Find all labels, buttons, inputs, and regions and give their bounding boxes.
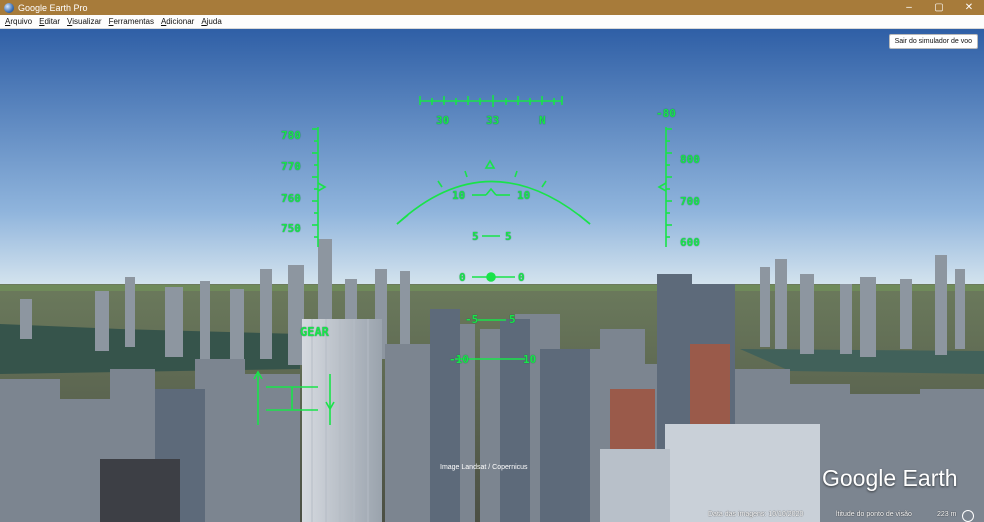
menu-arquivo[interactable]: Arquivo bbox=[5, 17, 32, 26]
altitude-label-700: 700 bbox=[680, 195, 700, 208]
imagery-date: Data das imagens: 10/10/2020 bbox=[708, 511, 804, 518]
pitch-label-right-10: 10 bbox=[517, 189, 531, 202]
menu-adicionar[interactable]: Adicionar bbox=[161, 17, 194, 26]
menu-bar: Arquivo Editar Visualizar Ferramentas Ad… bbox=[0, 15, 984, 29]
speed-label-750: 750 bbox=[281, 222, 301, 235]
pitch-label-left-minus10: -10 bbox=[449, 353, 469, 366]
pitch-label-right-minus10: 10 bbox=[523, 353, 537, 366]
pitch-label-left-5: 5 bbox=[472, 230, 479, 243]
pitch-label-left-10: 10 bbox=[452, 189, 466, 202]
google-earth-logo: Google Earth bbox=[822, 465, 958, 491]
menu-editar[interactable]: Editar bbox=[39, 17, 60, 26]
eye-altitude-label: ltitude do ponto de visão bbox=[836, 511, 912, 518]
flight-hud bbox=[253, 95, 672, 425]
speed-label-760: 760 bbox=[281, 192, 301, 205]
close-button[interactable]: ✕ bbox=[954, 0, 984, 15]
speed-label-770: 770 bbox=[281, 160, 301, 173]
pitch-label-right-5: 5 bbox=[505, 230, 512, 243]
title-bar: Google Earth Pro – ▢ ✕ bbox=[0, 0, 984, 15]
navigation-compass-icon[interactable] bbox=[962, 510, 974, 522]
eye-altitude-value: 223 m bbox=[937, 511, 957, 518]
vertical-speed: -80 bbox=[656, 107, 676, 120]
menu-visualizar[interactable]: Visualizar bbox=[67, 17, 102, 26]
pitch-label-left-0: 0 bbox=[459, 271, 466, 284]
google-earth-icon bbox=[4, 2, 14, 13]
pitch-label-right-minus5: 5 bbox=[509, 313, 516, 326]
speed-label-780: 780 bbox=[281, 129, 301, 142]
map-3d-view[interactable]: 30 33 N 780 770 760 750 -80 800 700 600 … bbox=[0, 29, 984, 522]
heading-label-n: N bbox=[539, 114, 546, 127]
altitude-label-600: 600 bbox=[680, 236, 700, 249]
pitch-label-right-0: 0 bbox=[518, 271, 525, 284]
minimize-button[interactable]: – bbox=[894, 0, 924, 15]
heading-label-30: 30 bbox=[436, 114, 450, 127]
gear-indicator: GEAR bbox=[300, 325, 329, 339]
heading-label-33: 33 bbox=[486, 114, 500, 127]
pitch-label-left-minus5: -5 bbox=[465, 313, 479, 326]
imagery-attribution: Image Landsat / Copernicus bbox=[440, 464, 528, 471]
altitude-label-800: 800 bbox=[680, 153, 700, 166]
menu-ferramentas[interactable]: Ferramentas bbox=[109, 17, 154, 26]
exit-flight-simulator-button[interactable]: Sair do simulador de voo bbox=[888, 34, 978, 49]
maximize-button[interactable]: ▢ bbox=[924, 0, 954, 15]
window-title: Google Earth Pro bbox=[18, 2, 88, 13]
menu-ajuda[interactable]: Ajuda bbox=[201, 17, 221, 26]
